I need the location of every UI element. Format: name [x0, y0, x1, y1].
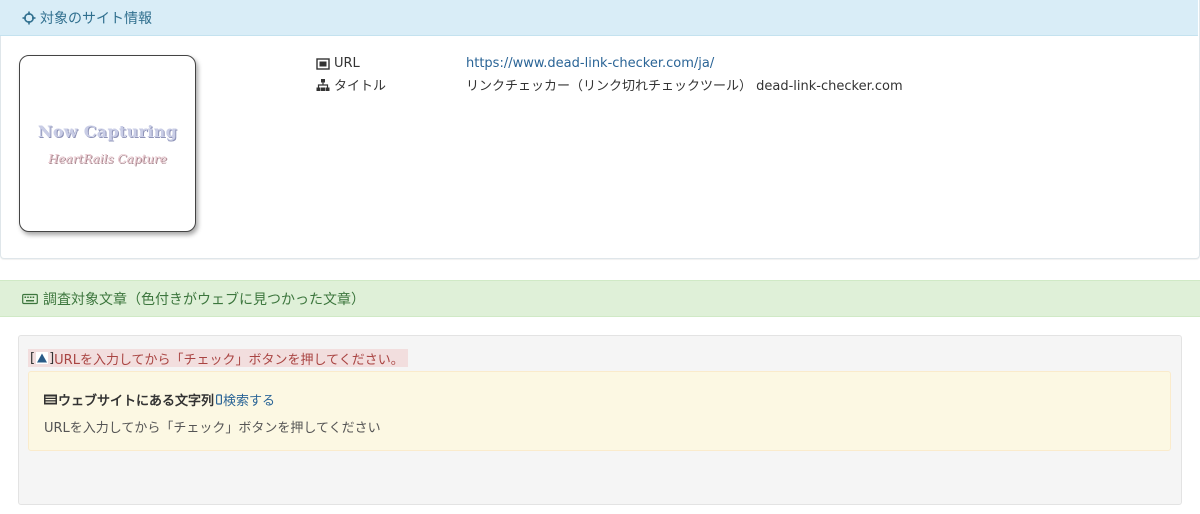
warning-triangle-icon — [36, 352, 49, 364]
screenshot-icon — [316, 57, 330, 71]
website-strings-box — [28, 371, 1171, 451]
sitemap-icon — [316, 78, 330, 92]
thumbnail-service-text: HeartRails Capture — [48, 152, 167, 166]
crosshair-icon — [22, 11, 36, 25]
title-label-row: タイトル — [316, 75, 386, 94]
site-thumbnail: Now Capturing HeartRails Capture — [19, 55, 196, 232]
url-label-row: URL — [316, 56, 360, 71]
website-strings-title-row: ウェブサイトにある文字列 検索する — [44, 390, 275, 409]
keyboard-icon — [22, 293, 38, 305]
site-info-header: 対象のサイト情報 — [0, 0, 1198, 36]
list-icon — [44, 394, 57, 405]
url-label: URL — [334, 56, 360, 71]
website-strings-title: ウェブサイトにある文字列 — [58, 394, 215, 409]
site-info-title: 対象のサイト情報 — [40, 10, 152, 27]
page-title-value: リンクチェッカー（リンク切れチェックツール） dead-link-checker… — [466, 79, 903, 94]
url-link[interactable]: https://www.dead-link-checker.com/ja/ — [466, 56, 714, 71]
alert-sentence: [ ] URLを入力してから「チェック」ボタンを押してください。 — [28, 349, 408, 368]
search-icon[interactable] — [216, 394, 223, 405]
search-link[interactable]: 検索する — [223, 390, 275, 409]
thumbnail-capturing-text: Now Capturing — [37, 122, 178, 141]
bracket-open: [ — [30, 350, 36, 366]
title-label: タイトル — [334, 79, 387, 94]
website-strings-body: URLを入力してから「チェック」ボタンを押してください — [44, 421, 381, 436]
investigation-header: 調査対象文章（色付きがウェブに見つかった文章） — [0, 280, 1200, 317]
alert-text: URLを入力してから「チェック」ボタンを押してください。 — [54, 352, 404, 368]
investigation-title: 調査対象文章（色付きがウェブに見つかった文章） — [43, 291, 365, 308]
